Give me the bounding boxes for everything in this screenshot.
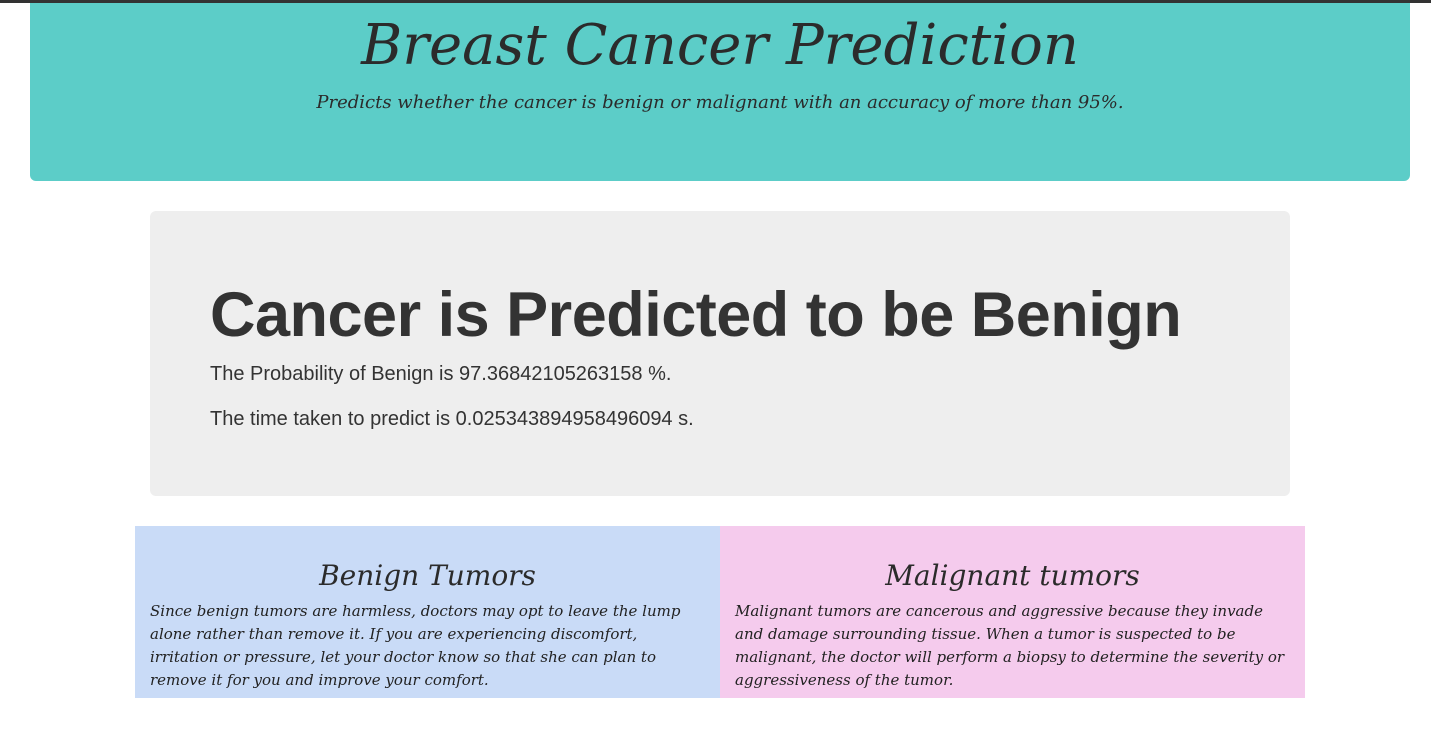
probability-text: The Probability of Benign is 97.36842105… xyxy=(210,363,672,385)
page-title: Breast Cancer Prediction xyxy=(361,13,1079,78)
prediction-result-panel: Cancer is Predicted to be Benign The Pro… xyxy=(150,211,1290,496)
header-banner: Breast Cancer Prediction Predicts whethe… xyxy=(30,3,1410,181)
prediction-heading: Cancer is Predicted to be Benign xyxy=(210,280,1182,350)
benign-card-text: Since benign tumors are harmless, doctor… xyxy=(150,602,681,689)
malignant-tumors-card: Malignant tumors Malignant tumors are ca… xyxy=(720,526,1305,698)
prediction-time-text: The time taken to predict is 0.025343894… xyxy=(210,408,694,430)
benign-tumors-card: Benign Tumors Since benign tumors are ha… xyxy=(135,526,720,698)
benign-card-title: Benign Tumors xyxy=(319,559,536,592)
malignant-card-title: Malignant tumors xyxy=(885,559,1140,592)
malignant-card-text: Malignant tumors are cancerous and aggre… xyxy=(735,602,1285,689)
page-subtitle: Predicts whether the cancer is benign or… xyxy=(316,92,1124,113)
